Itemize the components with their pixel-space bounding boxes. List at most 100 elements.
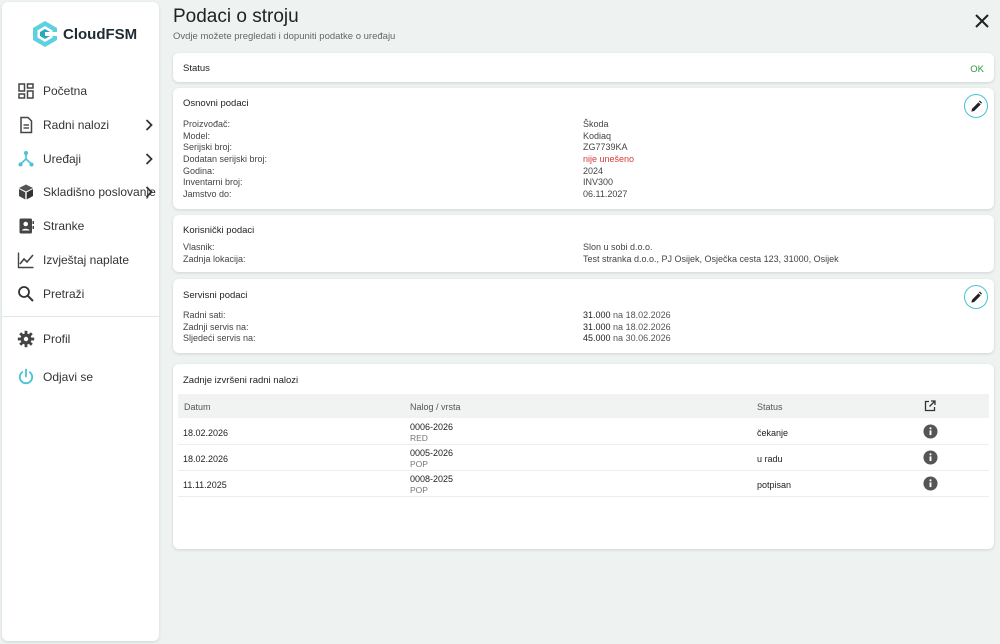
user-data-card: Korisnički podaci Vlasnik: Slon u sobi d.… — [173, 215, 994, 272]
order-type: POP — [410, 485, 428, 495]
box-icon — [19, 184, 33, 200]
row-value: Test stranka d.o.o., PJ Osijek, Osječka … — [583, 254, 839, 264]
contact-icon — [19, 218, 34, 234]
order-type: RED — [410, 433, 428, 443]
row-key: Radni sati: — [183, 310, 226, 320]
row-value: 31.000 na 18.02.2026 — [583, 310, 671, 320]
service-data-card: Servisni podaci Radni sati: 31.000 na 18.… — [173, 279, 994, 353]
sidebar-item-izvjestaj[interactable]: Izvještaj naplate — [2, 245, 159, 275]
sidebar-item-label: Početna — [43, 84, 88, 98]
order-number: 0006-2026 — [410, 422, 454, 432]
row-value: INV300 — [583, 177, 614, 187]
row-key: Jamstvo do: — [183, 189, 232, 199]
edit-service-data-button[interactable] — [964, 285, 988, 309]
edit-basic-data-button[interactable] — [964, 94, 988, 118]
order-number: 0008-2025 — [410, 474, 454, 484]
row-key: Zadnja lokacija: — [183, 254, 246, 264]
row-value: Škoda — [583, 119, 609, 129]
order-number: 0005-2026 — [410, 448, 454, 458]
table-row[interactable]: 18.02.2026 0006-2026 RED čekanje — [178, 419, 989, 445]
sidebar-item-label: Odjavi se — [43, 370, 94, 384]
row-key: Model: — [183, 131, 211, 141]
basic-data-title: Osnovni podaci — [183, 98, 249, 109]
sidebar-item-pocetna[interactable]: Početna — [2, 76, 159, 106]
column-header-status[interactable]: Status — [757, 402, 783, 412]
basic-data-row: Serijski broj: ZG7739KA — [183, 142, 983, 154]
order-status: u radu — [757, 454, 783, 464]
row-key: Dodatan serijski broj: — [183, 154, 268, 164]
user-data-row: Vlasnik: Slon u sobi d.o.o. — [183, 242, 983, 254]
row-value: 06.11.2027 — [583, 189, 628, 199]
sidebar-item-label: Skladišno poslovanje — [43, 185, 156, 199]
status-value: OK — [970, 64, 984, 75]
date-value: 18.02.2026 — [625, 322, 671, 332]
row-key: Proizvođač: — [183, 119, 231, 129]
info-icon[interactable] — [923, 476, 938, 491]
cloudfsm-logo-icon — [33, 21, 58, 47]
row-value: 45.000 na 30.06.2026 — [583, 333, 671, 343]
order-date: 18.02.2026 — [183, 428, 229, 438]
sidebar-item-stranke[interactable]: Stranke — [2, 211, 159, 241]
order-type: POP — [410, 459, 428, 469]
sidebar-item-radni-nalozi[interactable]: Radni nalozi — [2, 110, 159, 140]
sidebar: CloudFSM Početna Radni nalozi Uređaji Sk… — [2, 2, 159, 641]
table-header: Datum Nalog / vrsta Status — [178, 394, 989, 418]
on-label: na — [613, 322, 624, 332]
row-key: Zadnji servis na: — [183, 322, 249, 332]
service-data-row: Sljedeći servis na: 45.000 na 30.06.2026 — [183, 333, 983, 345]
hours-value: 45.000 — [583, 333, 611, 343]
hours-value: 31.000 — [583, 322, 611, 332]
sidebar-item-pretrazi[interactable]: Pretraži — [2, 279, 159, 309]
sidebar-item-label: Profil — [43, 332, 71, 346]
chevron-right-icon — [145, 153, 153, 165]
basic-data-row: Inventarni broj: INV300 — [183, 177, 983, 189]
sidebar-item-uredaji[interactable]: Uređaji — [2, 144, 159, 174]
sidebar-item-skladisno[interactable]: Skladišno poslovanje — [2, 177, 159, 207]
row-key: Godina: — [183, 166, 215, 176]
order-status: potpisan — [757, 480, 792, 490]
dashboard-icon — [18, 83, 34, 99]
recent-orders-title: Zadnje izvršeni radni nalozi — [183, 375, 299, 386]
close-icon[interactable] — [973, 12, 991, 30]
sidebar-divider — [2, 316, 159, 317]
order-status: čekanje — [757, 428, 789, 438]
row-value: Kodiaq — [583, 131, 612, 141]
sidebar-item-odjava[interactable]: Odjavi se — [2, 362, 159, 392]
chart-icon — [17, 252, 34, 269]
app-name: CloudFSM — [63, 25, 138, 43]
document-icon — [20, 116, 33, 134]
info-icon[interactable] — [923, 424, 938, 439]
open-external-icon[interactable] — [924, 400, 936, 412]
status-card: Status OK — [173, 53, 994, 82]
status-title: Status — [183, 63, 210, 74]
hours-value: 31.000 — [583, 310, 611, 320]
user-data-title: Korisnički podaci — [183, 225, 255, 236]
service-data-row: Radni sati: 31.000 na 18.02.2026 — [183, 310, 983, 322]
table-row[interactable]: 11.11.2025 0008-2025 POP potpisan — [178, 471, 989, 497]
basic-data-card: Osnovni podaci Proizvođač: Škoda Model: Ko… — [173, 88, 994, 209]
sidebar-item-label: Radni nalozi — [43, 118, 110, 132]
row-key: Serijski broj: — [183, 142, 233, 152]
row-value-missing: nije unešeno — [583, 154, 635, 164]
order-date: 11.11.2025 — [183, 480, 227, 490]
chevron-right-icon — [145, 119, 153, 131]
column-header-order[interactable]: Nalog / vrsta — [410, 402, 461, 412]
on-label: na — [613, 310, 624, 320]
column-header-date[interactable]: Datum — [184, 402, 211, 412]
order-date: 18.02.2026 — [183, 454, 229, 464]
pencil-icon — [970, 290, 982, 303]
sidebar-item-label: Pretraži — [43, 287, 85, 301]
pencil-icon — [970, 99, 982, 112]
info-icon[interactable] — [923, 450, 938, 465]
sidebar-item-profil[interactable]: Profil — [2, 324, 159, 354]
basic-data-row: Proizvođač: Škoda — [183, 119, 983, 131]
page-subtitle: Ovdje možete pregledati i dopuniti podat… — [173, 31, 396, 42]
logo[interactable]: CloudFSM — [32, 20, 137, 48]
row-key: Sljedeći servis na: — [183, 333, 256, 343]
power-icon — [18, 368, 34, 385]
devices-icon — [18, 151, 34, 167]
on-label: na — [613, 333, 624, 343]
table-row[interactable]: 18.02.2026 0005-2026 POP u radu — [178, 445, 989, 471]
basic-data-row: Dodatan serijski broj: nije unešeno — [183, 154, 983, 166]
row-value: Slon u sobi d.o.o. — [583, 242, 653, 252]
